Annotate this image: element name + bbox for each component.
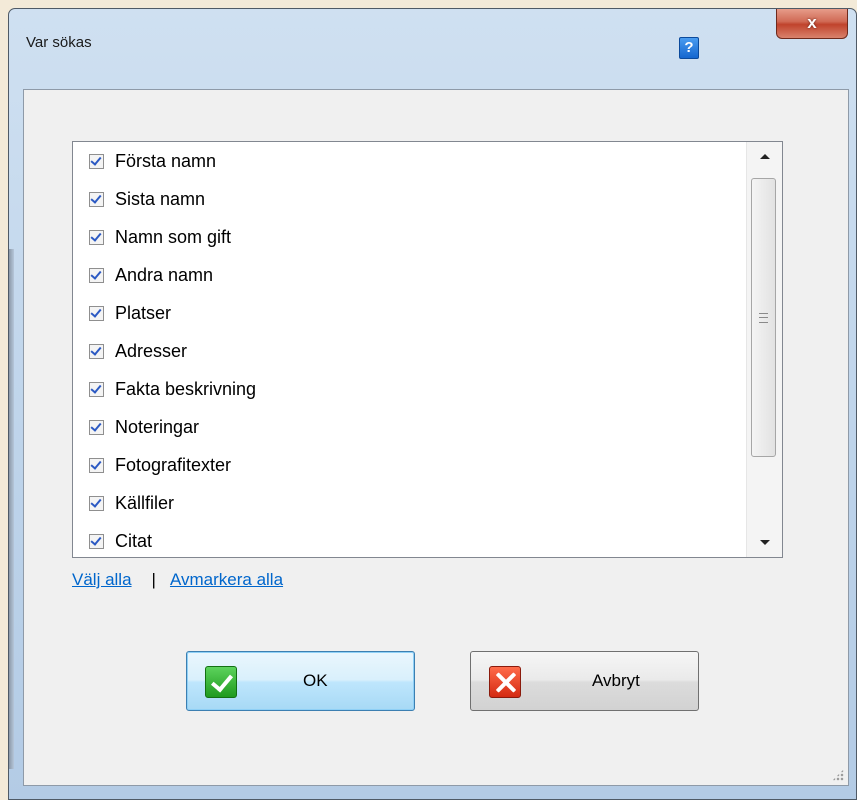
list-item[interactable]: Första namn [73,142,743,180]
checkbox[interactable] [89,191,104,207]
vertical-scrollbar[interactable] [746,142,782,557]
list-item[interactable]: Fotografitexter [73,446,743,484]
cancel-button-label: Avbryt [592,671,640,690]
dialog-content: Första namn Sista namn Namn som gift And… [23,89,849,786]
checkbox[interactable] [89,229,104,245]
resize-grip-icon[interactable] [832,769,844,781]
list-item-label: Namn som gift [115,226,232,247]
list-item[interactable]: Källfiler [73,484,743,522]
list-item-label: Noteringar [115,416,200,437]
scrollbar-thumb[interactable] [751,178,776,457]
checkbox[interactable] [89,381,104,397]
window-title: Var sökas [26,34,92,51]
dialog-window: Var sökas ? x Första namn Sista namn Nam… [8,8,857,800]
list-item-label: Andra namn [115,264,214,285]
close-button[interactable]: x [776,9,848,39]
list-item-label: Platser [115,302,172,323]
list-item-label: Första namn [115,150,217,171]
grip-icon [759,313,768,323]
checkbox[interactable] [89,495,104,511]
help-button[interactable]: ? [679,37,699,59]
list-item[interactable]: Citat [73,522,743,557]
search-fields-list[interactable]: Första namn Sista namn Namn som gift And… [72,141,783,558]
checkbox[interactable] [89,153,104,169]
select-all-link[interactable]: Välj alla [72,570,132,589]
ok-button-label: OK [303,671,328,690]
checkbox[interactable] [89,457,104,473]
cross-icon [489,666,521,698]
checkbox[interactable] [89,419,104,435]
checkbox[interactable] [89,305,104,321]
list-item[interactable]: Andra namn [73,256,743,294]
list-item-label: Fotografitexter [115,454,232,475]
list-item[interactable]: Platser [73,294,743,332]
ok-button[interactable]: OK [186,651,415,711]
link-separator: | [151,570,156,589]
list-item[interactable]: Sista namn [73,180,743,218]
checkmark-icon [205,666,237,698]
list-item-label: Fakta beskrivning [115,378,257,399]
cancel-button[interactable]: Avbryt [470,651,699,711]
list-item-label: Källfiler [115,492,175,513]
list-item[interactable]: Noteringar [73,408,743,446]
checkbox[interactable] [89,267,104,283]
scroll-up-arrow-icon[interactable] [747,142,782,172]
checkbox[interactable] [89,533,104,549]
deselect-all-link[interactable]: Avmarkera alla [170,570,283,589]
scroll-down-arrow-icon[interactable] [747,527,782,557]
selection-links: Välj alla | Avmarkera alla [72,570,283,590]
list-item-label: Citat [115,530,153,551]
list-item[interactable]: Adresser [73,332,743,370]
list-item[interactable]: Fakta beskrivning [73,370,743,408]
list-item[interactable]: Namn som gift [73,218,743,256]
list-item-label: Adresser [115,340,188,361]
list-item-label: Sista namn [115,188,206,209]
list-items: Första namn Sista namn Namn som gift And… [73,142,743,557]
checkbox[interactable] [89,343,104,359]
